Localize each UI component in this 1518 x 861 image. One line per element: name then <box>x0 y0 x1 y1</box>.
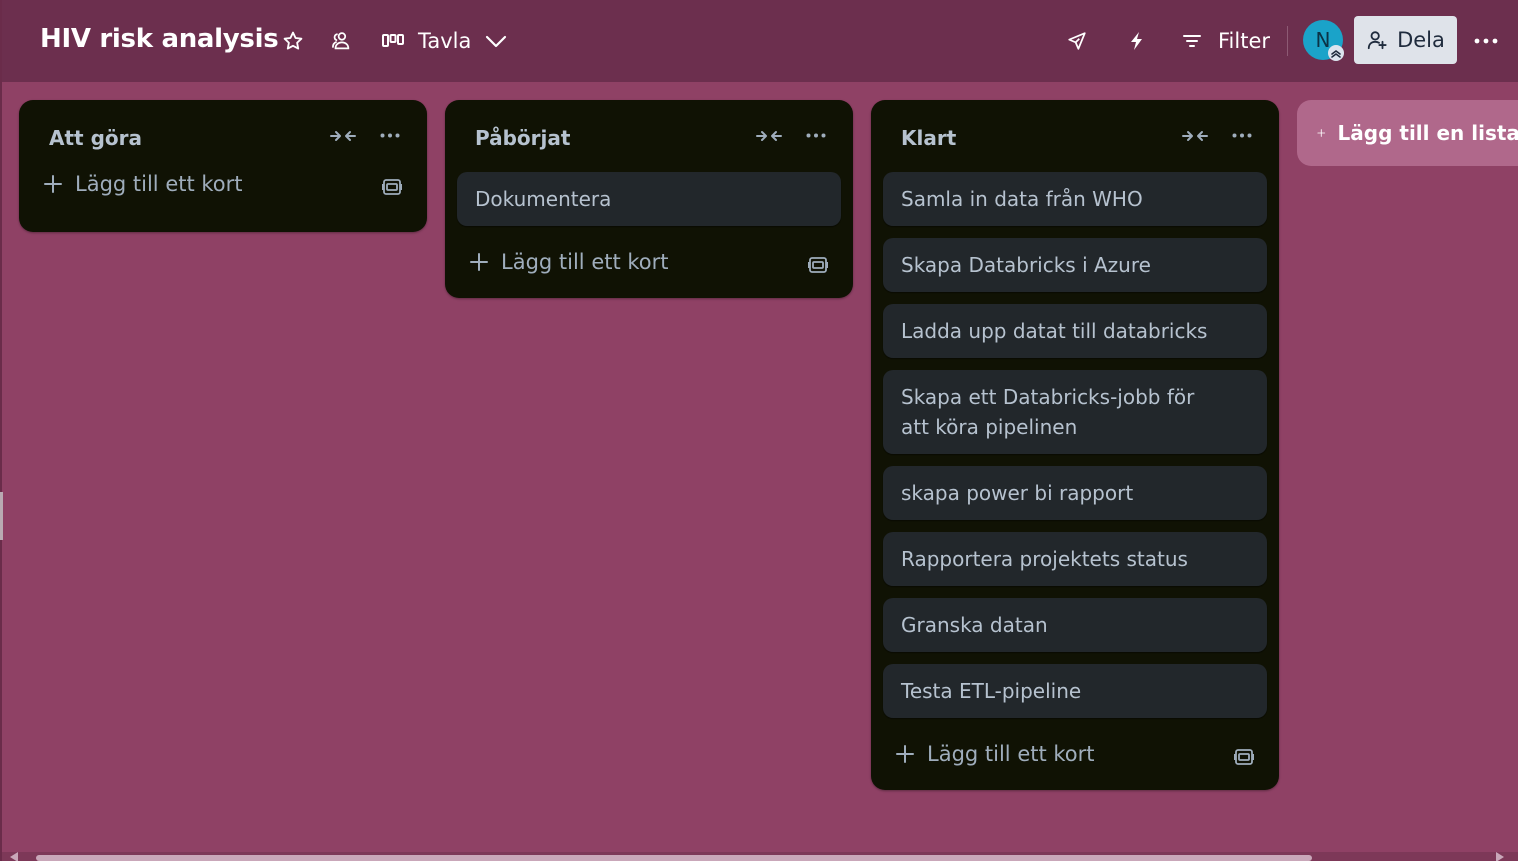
plus-icon <box>44 175 62 193</box>
list-header: Att göra <box>19 100 427 172</box>
view-switcher[interactable]: Tavla <box>382 24 507 58</box>
team-visibility-icon <box>332 32 350 50</box>
create-from-template-button[interactable] <box>1233 746 1255 768</box>
admin-chevron-icon <box>1331 50 1341 58</box>
board-title[interactable]: HIV risk analysis <box>40 24 279 54</box>
board-menu-button[interactable] <box>1468 24 1504 58</box>
list-title[interactable]: Påbörjat <box>475 126 570 150</box>
list-actions-button[interactable] <box>803 124 829 146</box>
collapse-list-button[interactable] <box>755 126 783 146</box>
card[interactable]: Skapa ett Databricks-jobb för att köra p… <box>883 370 1267 454</box>
card[interactable]: Granska datan <box>883 598 1267 652</box>
list-title[interactable]: Klart <box>901 126 956 150</box>
ellipsis-icon <box>1474 38 1498 44</box>
template-icon <box>808 257 828 273</box>
card[interactable]: Testa ETL-pipeline <box>883 664 1267 718</box>
plus-icon <box>896 745 914 763</box>
add-card-label: Lägg till ett kort <box>75 172 243 196</box>
scroll-left-arrow[interactable] <box>10 852 18 861</box>
power-ups-button[interactable] <box>1062 26 1092 56</box>
card[interactable]: Samla in data från WHO <box>883 172 1267 226</box>
add-card-button[interactable]: Lägg till ett kort <box>43 172 243 196</box>
automation-button[interactable] <box>1122 26 1152 56</box>
list-header: Påbörjat <box>445 100 853 172</box>
add-card-label: Lägg till ett kort <box>501 250 669 274</box>
template-icon <box>1234 749 1254 765</box>
collapse-arrows-icon <box>1182 131 1208 141</box>
header-divider <box>1287 26 1288 56</box>
add-card-button[interactable]: Lägg till ett kort <box>469 250 669 274</box>
lightning-icon <box>1131 32 1142 50</box>
collapse-arrows-icon <box>756 131 782 141</box>
add-person-icon <box>1367 31 1387 50</box>
board-header: HIV risk analysis Tavla Filter N Dela <box>2 0 1518 82</box>
list-header: Klart <box>871 100 1279 172</box>
ellipsis-icon <box>380 133 400 137</box>
plus-icon <box>470 253 488 271</box>
add-card-row: Lägg till ett kort <box>871 730 1279 790</box>
view-label: Tavla <box>418 29 472 53</box>
plus-icon <box>1317 129 1326 137</box>
add-list-button[interactable]: Lägg till en lista till <box>1297 100 1518 166</box>
scrollbar-thumb[interactable] <box>36 855 1312 861</box>
card-list: Dokumentera <box>445 172 853 226</box>
star-icon <box>283 31 303 50</box>
ellipsis-icon <box>1232 133 1252 137</box>
list-actions-button[interactable] <box>1229 124 1255 146</box>
card[interactable]: Skapa Databricks i Azure <box>883 238 1267 292</box>
admin-badge <box>1328 45 1344 61</box>
share-label: Dela <box>1397 28 1445 52</box>
list-klart: Klart Samla in data från WHO Skapa Datab… <box>871 100 1279 790</box>
collapse-list-button[interactable] <box>1181 126 1209 146</box>
add-card-row: Lägg till ett kort <box>445 238 853 298</box>
create-from-template-button[interactable] <box>807 254 829 276</box>
filter-button[interactable]: Filter <box>1182 24 1270 58</box>
collapse-list-button[interactable] <box>329 126 357 146</box>
add-card-label: Lägg till ett kort <box>927 742 1095 766</box>
scroll-right-arrow[interactable] <box>1496 852 1504 861</box>
add-list-label: Lägg till en lista till <box>1337 121 1518 145</box>
add-card-button[interactable]: Lägg till ett kort <box>895 742 1095 766</box>
window-resize-handle[interactable] <box>0 492 3 540</box>
card-list: Samla in data från WHO Skapa Databricks … <box>871 172 1279 718</box>
list-title[interactable]: Att göra <box>49 126 142 150</box>
rocket-icon <box>1068 32 1086 50</box>
list-actions-button[interactable] <box>377 124 403 146</box>
add-card-row: Lägg till ett kort <box>19 172 427 232</box>
create-from-template-button[interactable] <box>381 176 403 198</box>
filter-label: Filter <box>1218 29 1271 53</box>
ellipsis-icon <box>806 133 826 137</box>
card[interactable]: Rapportera projektets status <box>883 532 1267 586</box>
window-left-edge <box>0 0 2 861</box>
card[interactable]: skapa power bi rapport <box>883 466 1267 520</box>
card[interactable]: Ladda upp datat till databricks <box>883 304 1267 358</box>
list-paborjat: Påbörjat Dokumentera Lägg till ett kort <box>445 100 853 298</box>
card[interactable]: Dokumentera <box>457 172 841 226</box>
collapse-arrows-icon <box>330 131 356 141</box>
visibility-button[interactable] <box>326 26 356 56</box>
template-icon <box>382 179 402 195</box>
share-button[interactable]: Dela <box>1354 16 1457 64</box>
star-button[interactable] <box>278 26 308 56</box>
list-att-gora: Att göra Lägg till ett kort <box>19 100 427 232</box>
filter-icon <box>1183 35 1201 47</box>
chevron-down-icon <box>486 35 507 48</box>
board-view-icon <box>382 34 404 47</box>
board-canvas: HIV risk analysis Tavla Filter N Dela At… <box>0 0 1518 861</box>
